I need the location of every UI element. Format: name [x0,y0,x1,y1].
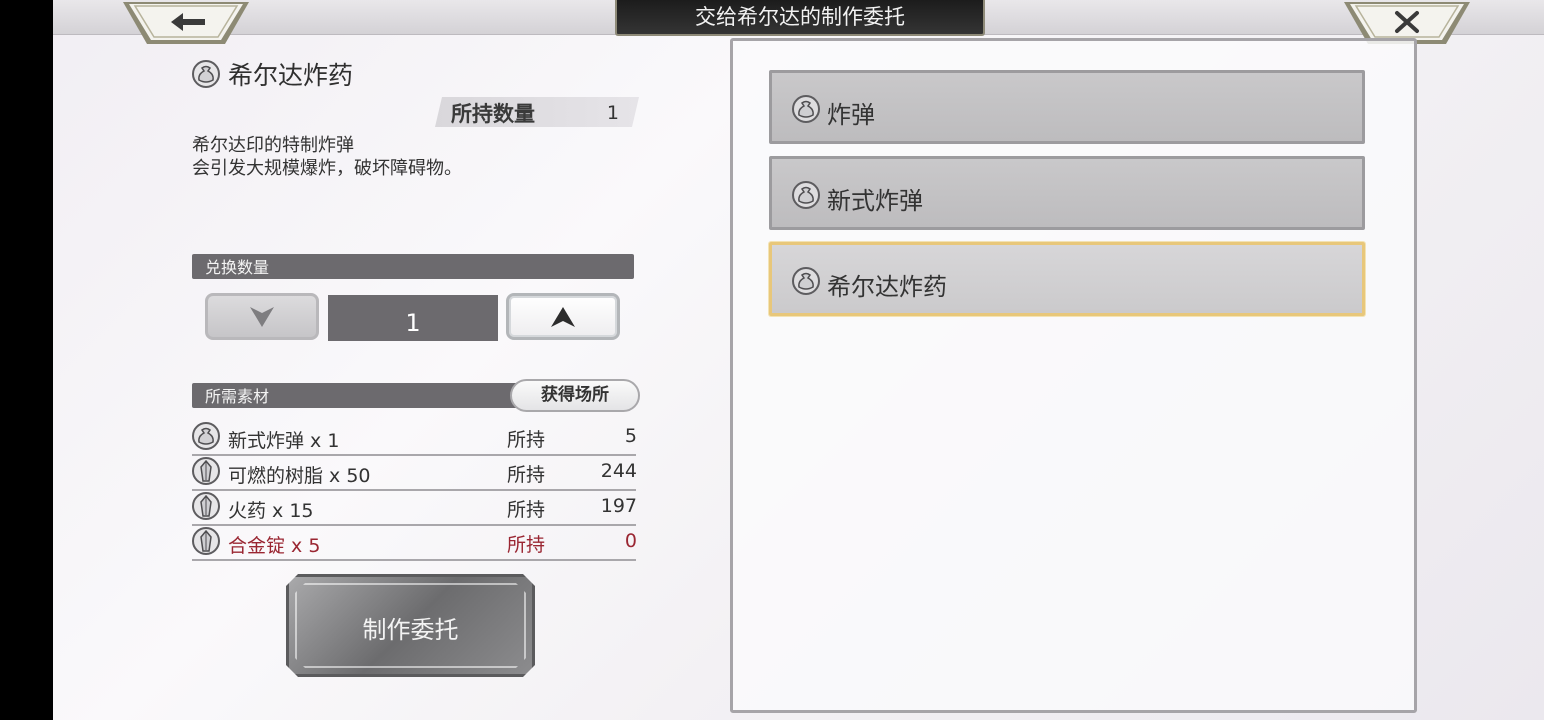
material-owned-count: 0 [624,530,637,552]
bag-icon [792,95,820,123]
craft-request-label: 制作委托 [362,616,459,644]
item-description: 希尔达印的特制炸弹 会引发大规模爆炸，破坏障碍物。 [192,135,462,179]
crystal-icon [192,492,220,520]
page-title: 交给希尔达的制作委托 [615,0,985,36]
item-name: 希尔达炸药 [228,61,354,90]
back-button[interactable] [121,0,249,46]
material-row: 火药 x 15 所持 197 [192,490,637,526]
chevron-down-icon [250,306,274,327]
material-name: 合金锭 x 5 [228,535,321,557]
material-owned-label: 所持 [507,429,546,451]
crystal-icon [192,527,220,555]
material-name: 火药 x 15 [228,500,314,522]
recipe-name: 新式炸弹 [827,187,923,215]
material-row: 可燃的树脂 x 50 所持 244 [192,455,637,491]
material-name: 新式炸弹 x 1 [228,430,340,452]
material-row-insufficient: 合金锭 x 5 所持 0 [192,525,637,561]
material-owned-count: 244 [600,460,637,482]
item-title: 希尔达炸药 [192,56,353,92]
increase-button[interactable] [506,293,620,340]
material-row: 新式炸弹 x 1 所持 5 [192,420,637,456]
decrease-button[interactable] [205,293,319,340]
material-owned-label: 所持 [507,499,546,521]
bag-icon [792,181,820,209]
recipe-name: 希尔达炸药 [827,273,947,301]
bag-icon [192,60,220,88]
exchange-quantity-header: 兑换数量 [192,254,634,279]
material-owned-label: 所持 [507,534,546,556]
recipe-item-selected[interactable]: 希尔达炸药 [769,242,1365,316]
material-owned-count: 5 [624,425,637,447]
recipe-name: 炸弹 [827,101,875,129]
craft-request-button[interactable]: 制作委托 [286,574,535,677]
recipe-item[interactable]: 炸弹 [769,70,1365,144]
bag-icon [792,267,820,295]
bag-icon [192,422,220,450]
owned-label: 所持数量 [451,102,535,126]
material-owned-label: 所持 [507,464,546,486]
recipe-item[interactable]: 新式炸弹 [769,156,1365,230]
material-name: 可燃的树脂 x 50 [228,465,371,487]
material-owned-count: 197 [600,495,637,517]
owned-quantity-tag: 所持数量 1 [435,97,639,127]
acquisition-location-button[interactable]: 获得场所 [510,379,640,412]
chevron-up-icon [551,306,575,327]
game-screen: 交给希尔达的制作委托 希尔达炸药 所持数量 1 希尔达印的特制炸弹 会引发大规模… [53,0,1544,720]
exchange-quantity-value: 1 [328,295,498,341]
owned-count: 1 [606,102,619,124]
recipe-list-panel: 炸弹 新式炸弹 希尔达炸药 [730,38,1417,713]
crystal-icon [192,457,220,485]
